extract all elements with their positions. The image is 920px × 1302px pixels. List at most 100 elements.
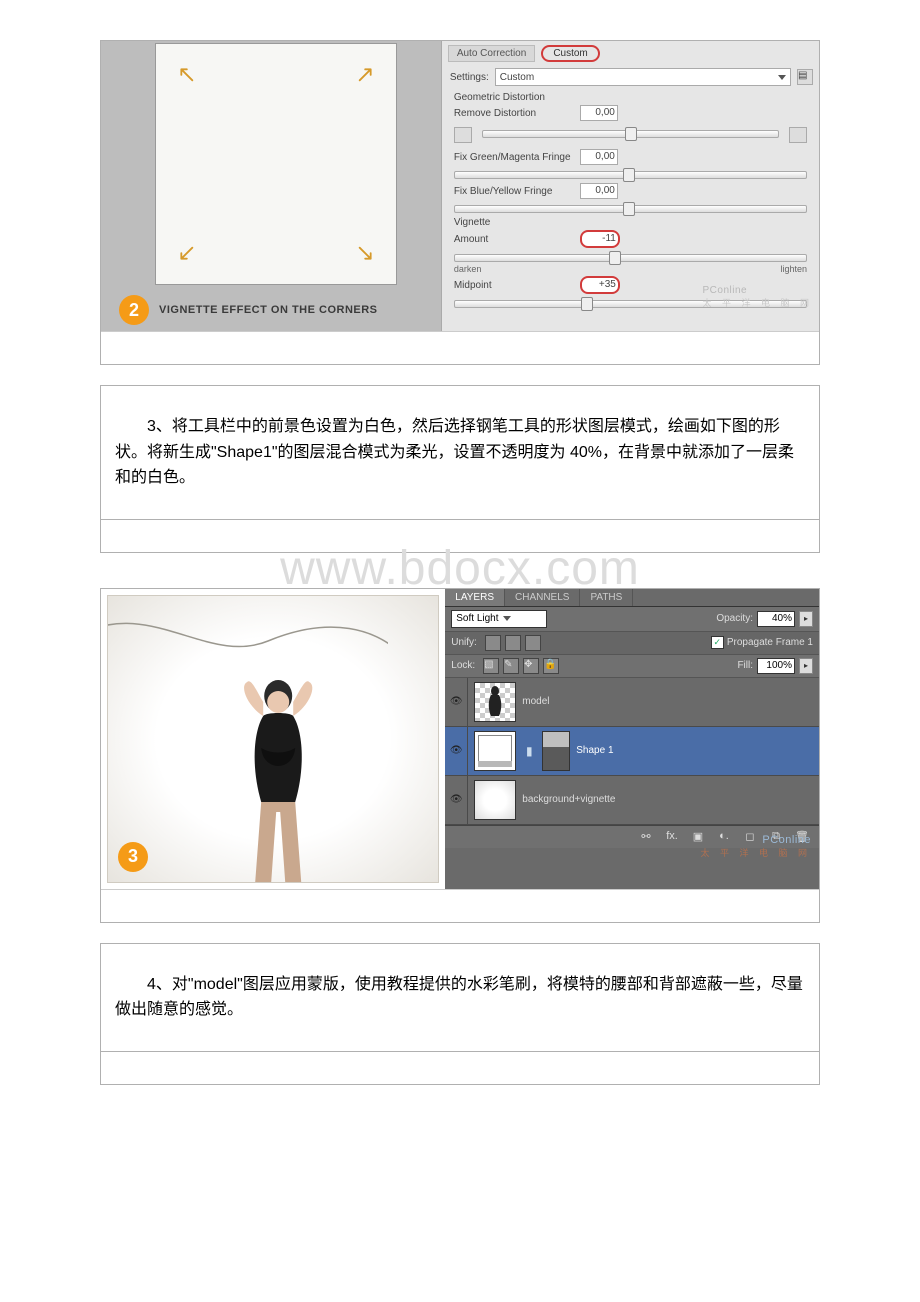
paragraph-2: 4、对"model"图层应用蒙版，使用教程提供的水彩笔刷，将模特的腰部和背部遮蔽… <box>115 972 805 1023</box>
blend-mode-row: Soft Light Opacity: 40% ▸ <box>445 607 819 632</box>
layer-model-name: model <box>522 696 549 707</box>
lock-image-icon[interactable]: ✎ <box>503 658 519 674</box>
figure-1-caption-row: 2 VIGNETTE EFFECT ON THE CORNERS <box>119 295 378 325</box>
watermark-pconline: PConline <box>702 285 813 296</box>
eye-icon[interactable]: 👁 <box>445 678 468 726</box>
vignette-midpoint-value[interactable]: +35 <box>580 276 620 294</box>
paragraph-2-box: 4、对"model"图层应用蒙版，使用教程提供的水彩笔刷，将模特的腰部和背部遮蔽… <box>100 943 820 1052</box>
fix-by-label: Fix Blue/Yellow Fringe <box>454 186 576 197</box>
fix-by-slider[interactable] <box>454 205 807 213</box>
model-silhouette <box>213 672 343 882</box>
opacity-field[interactable]: 40% <box>757 611 795 627</box>
lens-tabs: Auto Correction Custom <box>448 45 813 62</box>
paragraph-1-box: 3、将工具栏中的前景色设置为白色，然后选择钢笔工具的形状图层模式，绘画如下图的形… <box>100 385 820 520</box>
fix-gm-label: Fix Green/Magenta Fringe <box>454 152 576 163</box>
layer-shape1-name: Shape 1 <box>576 745 613 756</box>
chevron-down-icon <box>503 616 511 621</box>
lock-all-icon[interactable]: 🔒 <box>543 658 559 674</box>
settings-menu-icon[interactable]: ▤ <box>797 69 813 85</box>
settings-row: Settings: Custom ▤ <box>450 68 813 86</box>
unify-style-icon[interactable] <box>525 635 541 651</box>
chevron-down-icon <box>778 75 786 80</box>
figure-1-watermark: PConline 太 平 洋 电 脑 网 <box>702 285 813 309</box>
fix-by-row: Fix Blue/Yellow Fringe 0,00 <box>454 183 813 199</box>
arrow-bottom-right-icon <box>356 244 378 266</box>
opacity-arrow-icon[interactable]: ▸ <box>799 611 813 627</box>
vignette-amount-slider[interactable] <box>454 254 807 262</box>
fx-icon[interactable]: fx. <box>663 830 681 844</box>
canvas-preview <box>155 43 397 285</box>
layer-model[interactable]: 👁 model <box>445 678 819 727</box>
layer-shape1[interactable]: 👁 ▮ Shape 1 <box>445 727 819 776</box>
vignette-amount-range: darken lighten <box>454 264 807 274</box>
geometric-distortion-heading: Geometric Distortion <box>454 92 813 103</box>
eye-icon[interactable]: 👁 <box>445 776 468 824</box>
lock-position-icon[interactable]: ✥ <box>523 658 539 674</box>
vignette-amount-value[interactable]: -11 <box>580 230 620 248</box>
distortion-concave-icon <box>789 127 807 143</box>
figure-1-bottom-strip <box>101 331 819 364</box>
vector-mask-link-icon[interactable]: ▮ <box>522 732 536 770</box>
propagate-label: Propagate Frame 1 <box>727 637 813 648</box>
fix-gm-row: Fix Green/Magenta Fringe 0,00 <box>454 149 813 165</box>
layer-shape1-thumb <box>474 731 516 771</box>
settings-label: Settings: <box>450 72 489 83</box>
unify-label: Unify: <box>451 637 477 648</box>
propagate-checkbox[interactable]: ✓ <box>711 636 724 649</box>
arrow-bottom-left-icon <box>174 244 196 266</box>
eye-icon[interactable]: 👁 <box>445 727 468 775</box>
layer-background[interactable]: 👁 background+vignette <box>445 776 819 825</box>
figure-1-preview-area: 2 VIGNETTE EFFECT ON THE CORNERS <box>101 41 441 331</box>
figure-1-caption: VIGNETTE EFFECT ON THE CORNERS <box>159 304 378 316</box>
distortion-convex-icon <box>454 127 472 143</box>
darken-label: darken <box>454 264 482 274</box>
step-2-badge: 2 <box>119 295 149 325</box>
fix-gm-slider[interactable] <box>454 171 807 179</box>
remove-distortion-label: Remove Distortion <box>454 108 576 119</box>
layer-bg-thumb <box>474 780 516 820</box>
settings-dropdown[interactable]: Custom <box>495 68 791 86</box>
lock-icons: ▧ ✎ ✥ 🔒 <box>483 658 559 674</box>
vignette-amount-row: Amount -11 <box>454 230 813 248</box>
watermark-pconline: PConline <box>762 834 811 846</box>
fix-by-value[interactable]: 0,00 <box>580 183 618 199</box>
fill-label: Fill: <box>737 660 753 671</box>
figure-1: 2 VIGNETTE EFFECT ON THE CORNERS Auto Co… <box>100 40 820 365</box>
layers-panel: LAYERS CHANNELS PATHS Soft Light Opacity… <box>445 589 819 889</box>
unify-position-icon[interactable] <box>485 635 501 651</box>
vignette-amount-label: Amount <box>454 234 576 245</box>
unify-visibility-icon[interactable] <box>505 635 521 651</box>
paragraph-2-strip <box>100 1052 820 1085</box>
unify-icons <box>485 635 541 651</box>
lock-transparent-icon[interactable]: ▧ <box>483 658 499 674</box>
tab-custom[interactable]: Custom <box>541 45 599 62</box>
fix-gm-value[interactable]: 0,00 <box>580 149 618 165</box>
arrow-top-right-icon <box>356 62 378 84</box>
layers-list: 👁 model 👁 ▮ Shape <box>445 678 819 825</box>
blend-mode-value: Soft Light <box>456 613 498 624</box>
step-3-badge: 3 <box>118 842 148 872</box>
vignette-heading: Vignette <box>454 217 813 228</box>
tab-auto-correction[interactable]: Auto Correction <box>448 45 535 62</box>
link-layers-icon[interactable]: ⚯ <box>637 830 655 844</box>
lens-correction-panel: Auto Correction Custom Settings: Custom … <box>441 41 819 331</box>
vignette-midpoint-label: Midpoint <box>454 280 576 291</box>
layer-shape1-mask <box>542 731 570 771</box>
blend-mode-dropdown[interactable]: Soft Light <box>451 610 547 628</box>
figure-2: 3 LAYERS CHANNELS PATHS Soft Light Opaci… <box>100 588 820 923</box>
figure-2-bottom-strip <box>101 889 819 922</box>
fill-arrow-icon[interactable]: ▸ <box>799 658 813 674</box>
remove-distortion-slider[interactable] <box>482 130 779 138</box>
figure-2-watermark: PConline 太 平 洋 电 脑 网 <box>700 834 811 859</box>
watermark-cn: 太 平 洋 电 脑 网 <box>702 296 813 309</box>
figure-2-content: 3 LAYERS CHANNELS PATHS Soft Light Opaci… <box>101 589 819 889</box>
remove-distortion-value[interactable]: 0,00 <box>580 105 618 121</box>
lock-row: Lock: ▧ ✎ ✥ 🔒 Fill: 100% ▸ <box>445 655 819 678</box>
fill-field[interactable]: 100% <box>757 658 795 674</box>
layer-model-thumb <box>474 682 516 722</box>
unify-row: Unify: ✓ Propagate Frame 1 <box>445 632 819 655</box>
layer-bg-name: background+vignette <box>522 794 615 805</box>
big-watermark: www.bdocx.com <box>100 541 820 596</box>
figure-2-preview: 3 <box>107 595 439 883</box>
figure-1-content: 2 VIGNETTE EFFECT ON THE CORNERS Auto Co… <box>101 41 819 331</box>
